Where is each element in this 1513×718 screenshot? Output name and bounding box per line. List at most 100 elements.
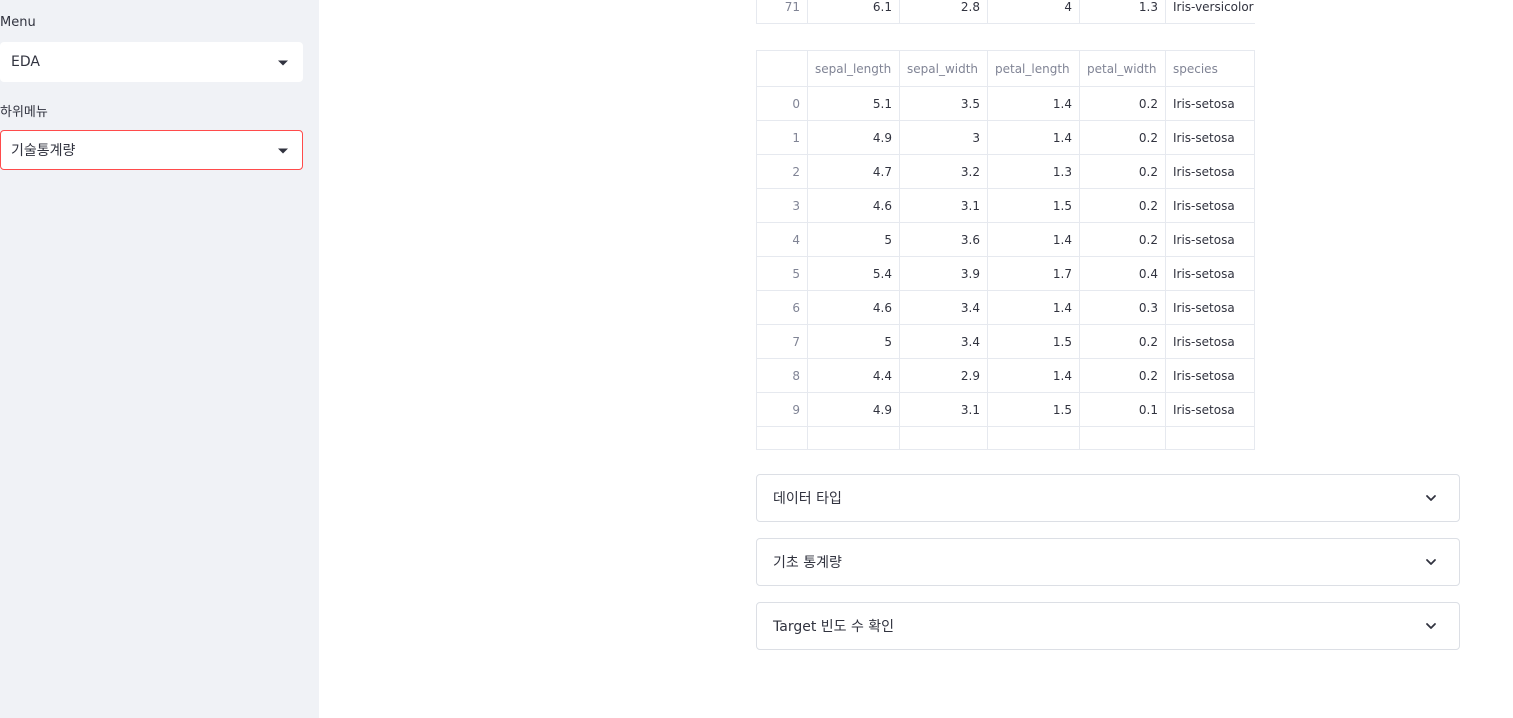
table-cell: 2.9 [899, 358, 988, 393]
submenu-select-value: 기술통계량 [11, 143, 76, 159]
sidebar: Menu EDA 하위메뉴 기술통계량 [0, 0, 319, 718]
row-index: 5 [757, 256, 808, 291]
table-cell: 4.9 [807, 120, 900, 155]
table-row: 7 5 3.4 1.5 0.2 Iris-setosa [757, 324, 1254, 359]
table-cell: 0.2 [1079, 358, 1166, 393]
table-cell: 3.5 [899, 86, 988, 121]
table-row: 4 5 3.6 1.4 0.2 Iris-setosa [757, 222, 1254, 257]
row-index: 3 [757, 188, 808, 223]
column-header[interactable]: sepal_width [899, 51, 988, 87]
table-cell: 1.5 [987, 188, 1080, 223]
dataframe[interactable]: sepal_length sepal_width petal_length pe… [756, 50, 1255, 450]
table-cell: 1.5 [987, 324, 1080, 359]
table-row: 8 4.4 2.9 1.4 0.2 Iris-setosa [757, 358, 1254, 393]
table-cell: 0.2 [1079, 188, 1166, 223]
expander-label: Target 빈도 수 확인 [773, 619, 895, 635]
column-header[interactable]: petal_width [1079, 51, 1166, 87]
index-header[interactable] [757, 51, 808, 87]
column-header[interactable]: petal_length [987, 51, 1080, 87]
table-cell [757, 426, 808, 449]
table-cell: 1.3 [1079, 0, 1166, 24]
table-cell: Iris-setosa [1165, 358, 1254, 393]
table-row [757, 426, 1254, 449]
caret-down-icon [278, 148, 288, 154]
table-cell: 3 [899, 120, 988, 155]
table-cell [987, 426, 1080, 449]
table-cell: Iris-setosa [1165, 324, 1254, 359]
menu-label: Menu [0, 15, 36, 30]
expander-target-frequency[interactable]: Target 빈도 수 확인 [756, 602, 1460, 650]
table-cell: 1.4 [987, 222, 1080, 257]
submenu-select[interactable]: 기술통계량 [0, 130, 303, 170]
table-cell [899, 426, 988, 449]
table-cell: 4.6 [807, 290, 900, 325]
main-content: 71 6.1 2.8 4 1.3 Iris-versicolor sepal_l… [319, 0, 1513, 718]
table-cell: 0.2 [1079, 154, 1166, 189]
table-cell: 5.1 [807, 86, 900, 121]
row-index: 2 [757, 154, 808, 189]
table-cell: 0.2 [1079, 86, 1166, 121]
table-cell: 0.1 [1079, 392, 1166, 427]
row-index: 71 [756, 0, 808, 24]
table-cell: 0.4 [1079, 256, 1166, 291]
table-cell: 3.1 [899, 188, 988, 223]
table-cell: 3.2 [899, 154, 988, 189]
table-row: 5 5.4 3.9 1.7 0.4 Iris-setosa [757, 256, 1254, 291]
column-header[interactable]: sepal_length [807, 51, 900, 87]
table-row: 3 4.6 3.1 1.5 0.2 Iris-setosa [757, 188, 1254, 223]
expander-basic-stats[interactable]: 기초 통계량 [756, 538, 1460, 586]
table-cell: 4 [987, 0, 1080, 24]
table-cell: 1.4 [987, 86, 1080, 121]
column-header[interactable]: species [1165, 51, 1254, 87]
table-row: 1 4.9 3 1.4 0.2 Iris-setosa [757, 120, 1254, 155]
table-cell: 1.7 [987, 256, 1080, 291]
table-cell: Iris-setosa [1165, 256, 1254, 291]
table-cell: 3.1 [899, 392, 988, 427]
table-cell: 4.7 [807, 154, 900, 189]
table-cell: 4.9 [807, 392, 900, 427]
table-cell: 1.4 [987, 358, 1080, 393]
table-cell: Iris-setosa [1165, 392, 1254, 427]
submenu-label: 하위메뉴 [0, 105, 48, 120]
table-cell: 6.1 [807, 0, 900, 24]
table-row: 6 4.6 3.4 1.4 0.3 Iris-setosa [757, 290, 1254, 325]
table-cell: 1.4 [987, 290, 1080, 325]
table-cell: 1.3 [987, 154, 1080, 189]
table-cell: 5 [807, 222, 900, 257]
row-index: 6 [757, 290, 808, 325]
row-index: 4 [757, 222, 808, 257]
expander-label: 기초 통계량 [773, 555, 842, 571]
table-cell: 2.8 [899, 0, 988, 24]
previous-dataframe-table: 71 6.1 2.8 4 1.3 Iris-versicolor [756, 0, 1255, 24]
table-cell: 5 [807, 324, 900, 359]
table-cell: 3.6 [899, 222, 988, 257]
table-header-row: sepal_length sepal_width petal_length pe… [757, 51, 1254, 87]
table-cell: 0.2 [1079, 120, 1166, 155]
row-index: 9 [757, 392, 808, 427]
row-index: 7 [757, 324, 808, 359]
chevron-down-icon [1426, 623, 1436, 629]
table-cell: Iris-setosa [1165, 290, 1254, 325]
table-cell: 0.2 [1079, 222, 1166, 257]
table-row: 0 5.1 3.5 1.4 0.2 Iris-setosa [757, 86, 1254, 121]
table-cell: 4.4 [807, 358, 900, 393]
table-cell: 1.4 [987, 120, 1080, 155]
table-cell [807, 426, 900, 449]
table-row: 71 6.1 2.8 4 1.3 Iris-versicolor [756, 0, 1255, 24]
expander-data-type[interactable]: 데이터 타입 [756, 474, 1460, 522]
table-cell [1079, 426, 1166, 449]
menu-select-value: EDA [11, 54, 40, 70]
caret-down-icon [278, 60, 288, 66]
row-index: 8 [757, 358, 808, 393]
table-cell: 5.4 [807, 256, 900, 291]
table-cell: Iris-setosa [1165, 188, 1254, 223]
expander-label: 데이터 타입 [773, 491, 842, 507]
table-cell: Iris-setosa [1165, 222, 1254, 257]
menu-select[interactable]: EDA [0, 42, 303, 82]
previous-dataframe[interactable]: 71 6.1 2.8 4 1.3 Iris-versicolor [756, 0, 1255, 25]
dataframe-body: 0 5.1 3.5 1.4 0.2 Iris-setosa 1 4.9 3 1.4 0.2 Iris-… [757, 86, 1254, 449]
table-cell: Iris-setosa [1165, 154, 1254, 189]
table-cell: 1.5 [987, 392, 1080, 427]
table-cell: Iris-setosa [1165, 86, 1254, 121]
chevron-down-icon [1426, 559, 1436, 565]
